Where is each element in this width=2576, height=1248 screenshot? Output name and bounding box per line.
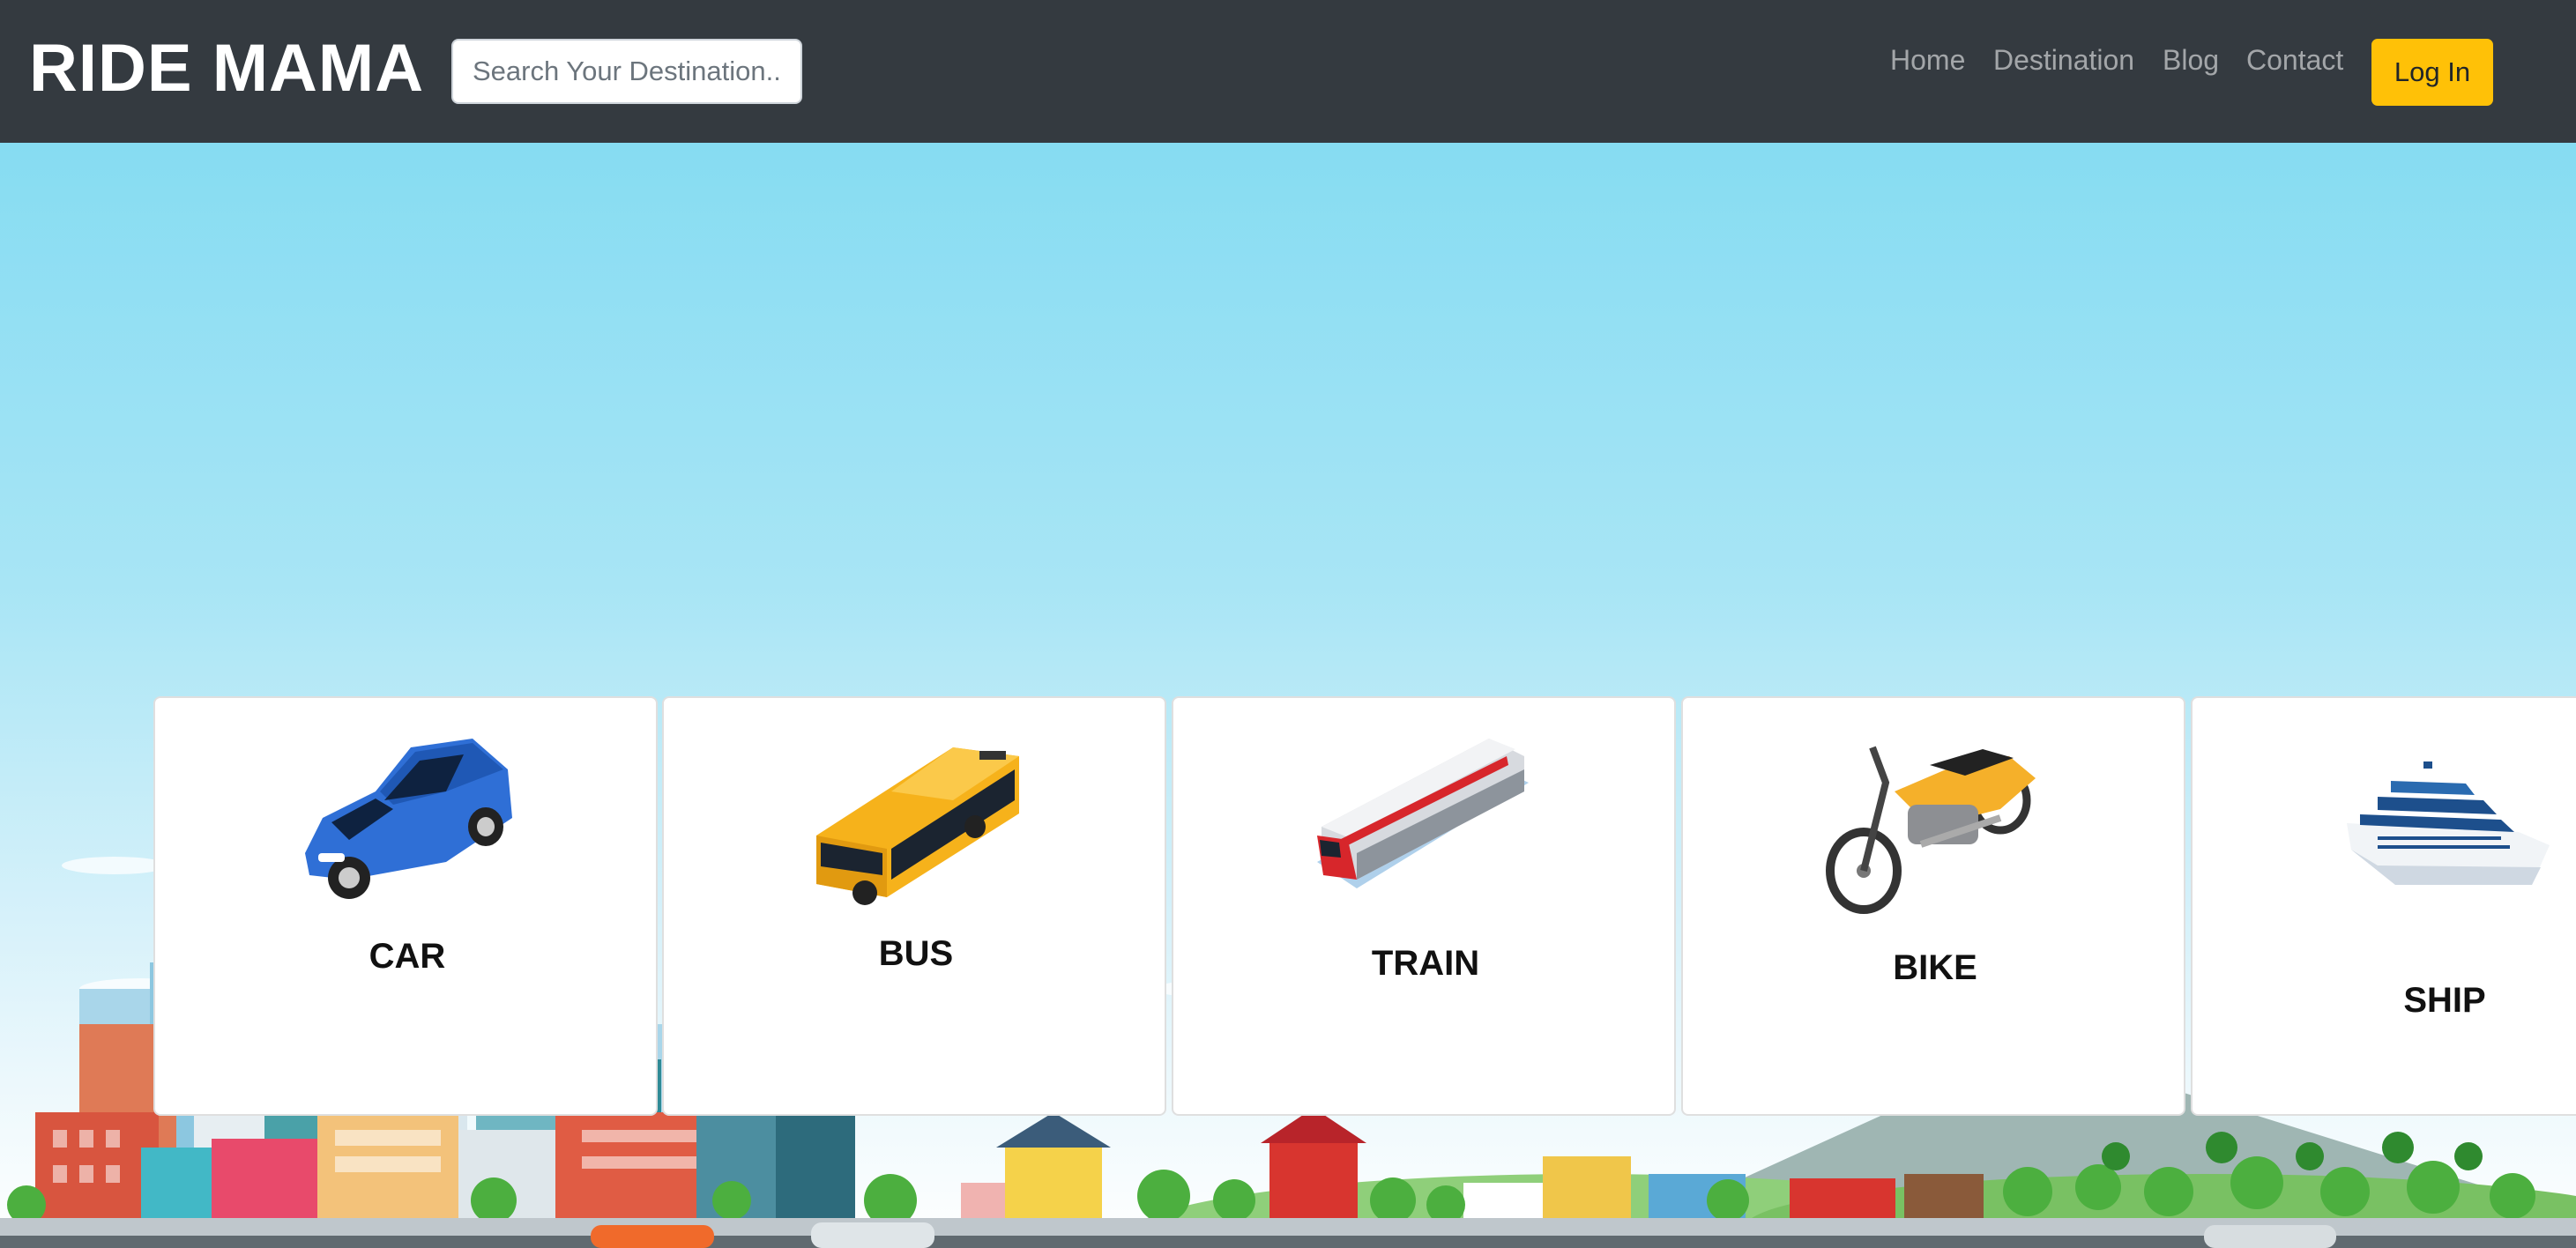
navbar: RIDE MAMA Home Destination Blog Contact … [0, 0, 2576, 143]
vehicle-card-train[interactable]: TRAIN [1172, 696, 1676, 1116]
brand-logo[interactable]: RIDE MAMA [29, 25, 424, 113]
vehicle-card-ship[interactable]: SHIP [2191, 696, 2576, 1116]
vehicle-card-title: CAR [369, 937, 446, 976]
vehicle-card-title: BUS [878, 934, 954, 973]
vehicle-card-title: BIKE [1893, 948, 1977, 987]
train-icon [1317, 739, 1529, 888]
hero-section: CAR BUS TRAIN BIKE SHIP [0, 143, 2576, 1248]
vehicle-card-bus[interactable]: BUS [662, 696, 1166, 1116]
login-button[interactable]: Log In [2371, 39, 2493, 106]
bus-icon [816, 747, 1019, 905]
nav-home-link[interactable]: Home [1890, 41, 1965, 79]
search-input[interactable] [451, 39, 802, 104]
vehicle-card-title: SHIP [2403, 981, 2486, 1020]
motorbike-icon [1826, 746, 2036, 914]
vehicle-card-car[interactable]: CAR [153, 696, 658, 1116]
ship-icon [2347, 761, 2550, 885]
nav-contact-link[interactable]: Contact [2246, 41, 2343, 79]
car-icon [305, 739, 512, 899]
nav-blog-link[interactable]: Blog [2163, 41, 2219, 79]
nav-destination-link[interactable]: Destination [1993, 41, 2134, 79]
vehicle-card-bike[interactable]: BIKE [1681, 696, 2185, 1116]
vehicle-card-title: TRAIN [1371, 944, 1480, 983]
